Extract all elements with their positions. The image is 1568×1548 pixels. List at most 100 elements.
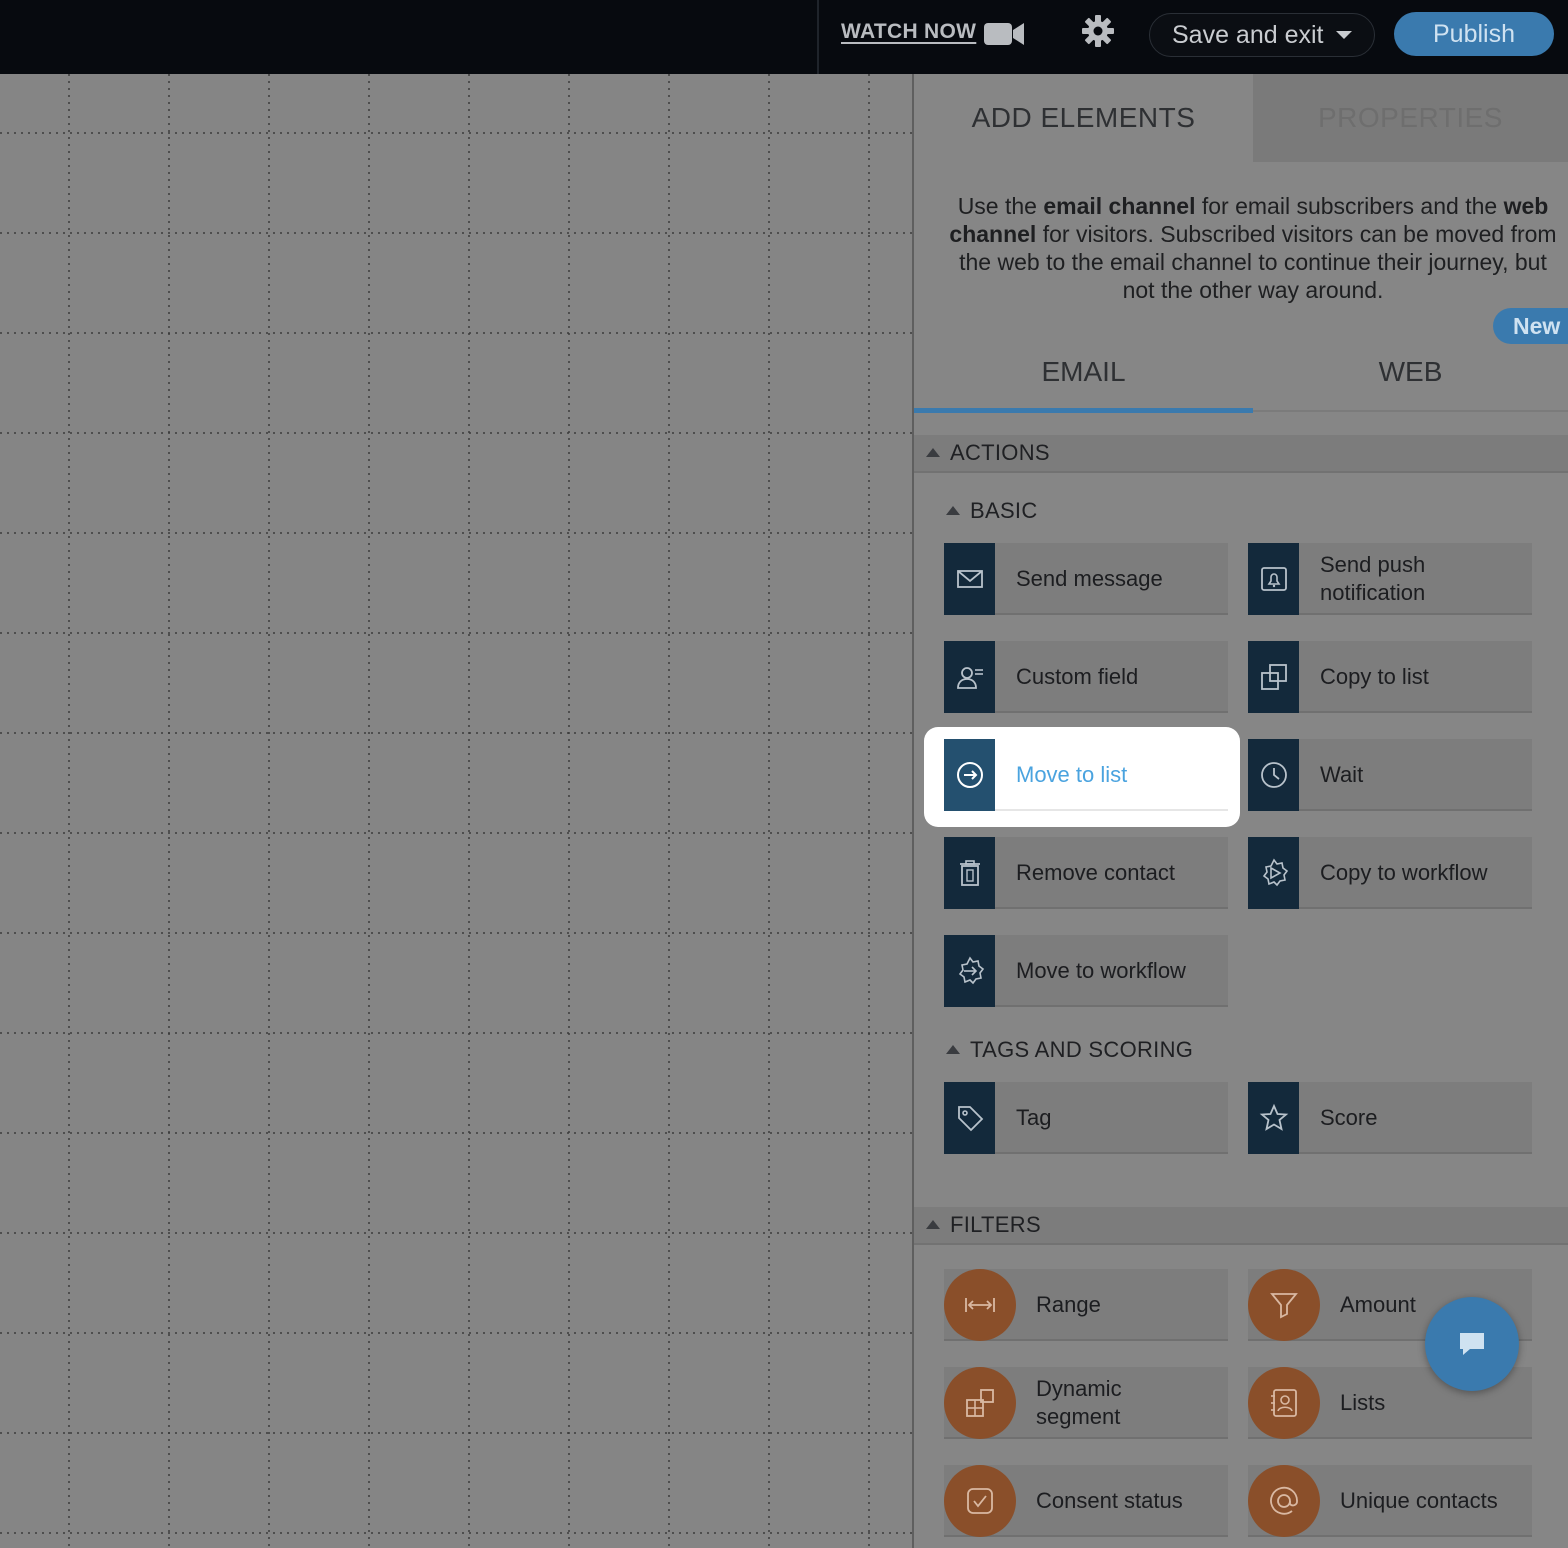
tile-copy-to-list[interactable]: Copy to list bbox=[1248, 641, 1532, 713]
intro-text: Use the bbox=[957, 193, 1044, 219]
intro-text: for email subscribers and the bbox=[1195, 193, 1504, 219]
channel-description: Use the email channel for email subscrib… bbox=[940, 192, 1566, 304]
grid-line bbox=[0, 732, 912, 734]
tile-move-to-list[interactable]: Move to list bbox=[944, 739, 1228, 811]
publish-button[interactable]: Publish bbox=[1394, 12, 1554, 56]
workflow-canvas[interactable] bbox=[0, 74, 912, 1548]
section-filters-title: FILTERS bbox=[950, 1212, 1041, 1237]
tile-label: Copy to workflow bbox=[1320, 860, 1488, 885]
grid-line bbox=[0, 432, 912, 434]
grid-line bbox=[0, 832, 912, 834]
filter-dynamic-segment[interactable]: Dynamic segment bbox=[944, 1367, 1228, 1439]
user-field-icon bbox=[944, 641, 995, 713]
video-camera-icon[interactable] bbox=[983, 20, 1025, 48]
tile-label: Remove contact bbox=[1016, 860, 1175, 885]
at-icon bbox=[1248, 1465, 1320, 1537]
grid-line bbox=[668, 74, 670, 1548]
section-actions-title: ACTIONS bbox=[950, 440, 1050, 465]
collapse-triangle-icon bbox=[926, 1220, 940, 1229]
tile-label: Move to workflow bbox=[1016, 958, 1186, 983]
tab-add-elements[interactable]: ADD ELEMENTS bbox=[914, 74, 1253, 162]
channel-tab-web[interactable]: WEB bbox=[1253, 336, 1568, 408]
grid-line bbox=[0, 532, 912, 534]
grid-line bbox=[368, 74, 370, 1548]
tile-wait[interactable]: Wait bbox=[1248, 739, 1532, 811]
tile-copy-to-workflow[interactable]: Copy to workflow bbox=[1248, 837, 1532, 909]
gear-play-icon bbox=[1248, 837, 1299, 909]
chat-button[interactable] bbox=[1425, 1297, 1519, 1391]
tile-score[interactable]: Score bbox=[1248, 1082, 1532, 1154]
grid-line bbox=[0, 632, 912, 634]
filter-label: Range bbox=[1036, 1292, 1101, 1317]
tab-properties[interactable]: PROPERTIES bbox=[1253, 74, 1568, 162]
tile-label: Score bbox=[1320, 1105, 1378, 1130]
tile-send-message[interactable]: Send message bbox=[944, 543, 1228, 615]
clock-icon bbox=[1248, 739, 1299, 811]
tile-label: Move to list bbox=[1016, 762, 1128, 787]
topbar-divider bbox=[817, 0, 819, 74]
filter-range[interactable]: Range bbox=[944, 1269, 1228, 1341]
collapse-triangle-icon[interactable] bbox=[946, 506, 960, 515]
tile-label: Send message bbox=[1016, 566, 1163, 591]
filter-label: Consent status bbox=[1036, 1488, 1183, 1513]
grid-line bbox=[0, 332, 912, 334]
filter-unique-contacts[interactable]: Unique contacts bbox=[1248, 1465, 1532, 1537]
collapse-triangle-icon bbox=[926, 448, 940, 457]
grid-line bbox=[0, 1432, 912, 1434]
tile-move-to-workflow[interactable]: Move to workflow bbox=[944, 935, 1228, 1007]
grid-line bbox=[168, 74, 170, 1548]
grid-line bbox=[568, 74, 570, 1548]
segment-icon bbox=[944, 1367, 1016, 1439]
tag-icon bbox=[944, 1082, 995, 1154]
gear-arrow-icon bbox=[944, 935, 995, 1007]
collapse-triangle-icon[interactable] bbox=[946, 1045, 960, 1054]
push-notification-icon bbox=[1248, 543, 1299, 615]
trash-icon bbox=[944, 837, 995, 909]
filter-label: Dynamic segment bbox=[1036, 1376, 1122, 1429]
section-filters-header[interactable]: FILTERS bbox=[914, 1207, 1568, 1245]
tile-label: Wait bbox=[1320, 762, 1364, 787]
tile-custom-field[interactable]: Custom field bbox=[944, 641, 1228, 713]
filter-label: Unique contacts bbox=[1340, 1488, 1498, 1513]
tile-tag[interactable]: Tag bbox=[944, 1082, 1228, 1154]
grid-line bbox=[0, 132, 912, 134]
save-and-exit-label: Save and exit bbox=[1172, 20, 1324, 49]
grid-line bbox=[0, 1232, 912, 1234]
tile-label: Custom field bbox=[1016, 664, 1139, 689]
subsection-tags-scoring-title[interactable]: TAGS AND SCORING bbox=[970, 1037, 1193, 1063]
grid-line bbox=[0, 1032, 912, 1034]
tile-send-push-notification[interactable]: Send push notification bbox=[1248, 543, 1532, 615]
intro-text: for visitors. Subscribed visitors can be… bbox=[959, 221, 1557, 303]
checkbox-icon bbox=[944, 1465, 1016, 1537]
filter-label: Amount bbox=[1340, 1292, 1416, 1317]
channel-tab-email[interactable]: EMAIL bbox=[914, 336, 1253, 408]
tile-remove-contact[interactable]: Remove contact bbox=[944, 837, 1228, 909]
active-channel-indicator bbox=[914, 408, 1253, 413]
intro-bold-email-channel: email channel bbox=[1043, 193, 1196, 219]
save-and-exit-dropdown[interactable]: Save and exit bbox=[1149, 13, 1375, 57]
section-actions-header[interactable]: ACTIONS bbox=[914, 435, 1568, 473]
grid-line bbox=[268, 74, 270, 1548]
funnel-icon bbox=[1248, 1269, 1320, 1341]
range-icon bbox=[944, 1269, 1016, 1341]
chevron-down-icon bbox=[1336, 31, 1352, 39]
star-icon bbox=[1248, 1082, 1299, 1154]
grid-line bbox=[768, 74, 770, 1548]
grid-line bbox=[0, 1332, 912, 1334]
grid-line bbox=[0, 932, 912, 934]
grid-line bbox=[468, 74, 470, 1548]
grid-line bbox=[868, 74, 870, 1548]
settings-gear-icon[interactable] bbox=[1081, 14, 1115, 48]
contact-book-icon bbox=[1248, 1367, 1320, 1439]
subsection-basic-title[interactable]: BASIC bbox=[970, 498, 1038, 524]
chat-bubble-icon bbox=[1460, 1333, 1484, 1355]
tile-label: Tag bbox=[1016, 1105, 1052, 1130]
tile-label: Send push notification bbox=[1320, 552, 1426, 605]
watch-now-link[interactable]: WATCH NOW bbox=[841, 20, 976, 44]
tile-label: Copy to list bbox=[1320, 664, 1429, 689]
filter-consent-status[interactable]: Consent status bbox=[944, 1465, 1228, 1537]
grid-line bbox=[0, 1532, 912, 1534]
filter-label: Lists bbox=[1340, 1390, 1386, 1415]
grid-line bbox=[0, 1132, 912, 1134]
top-bar: WATCH NOW Save and exit Publish bbox=[0, 0, 1568, 74]
